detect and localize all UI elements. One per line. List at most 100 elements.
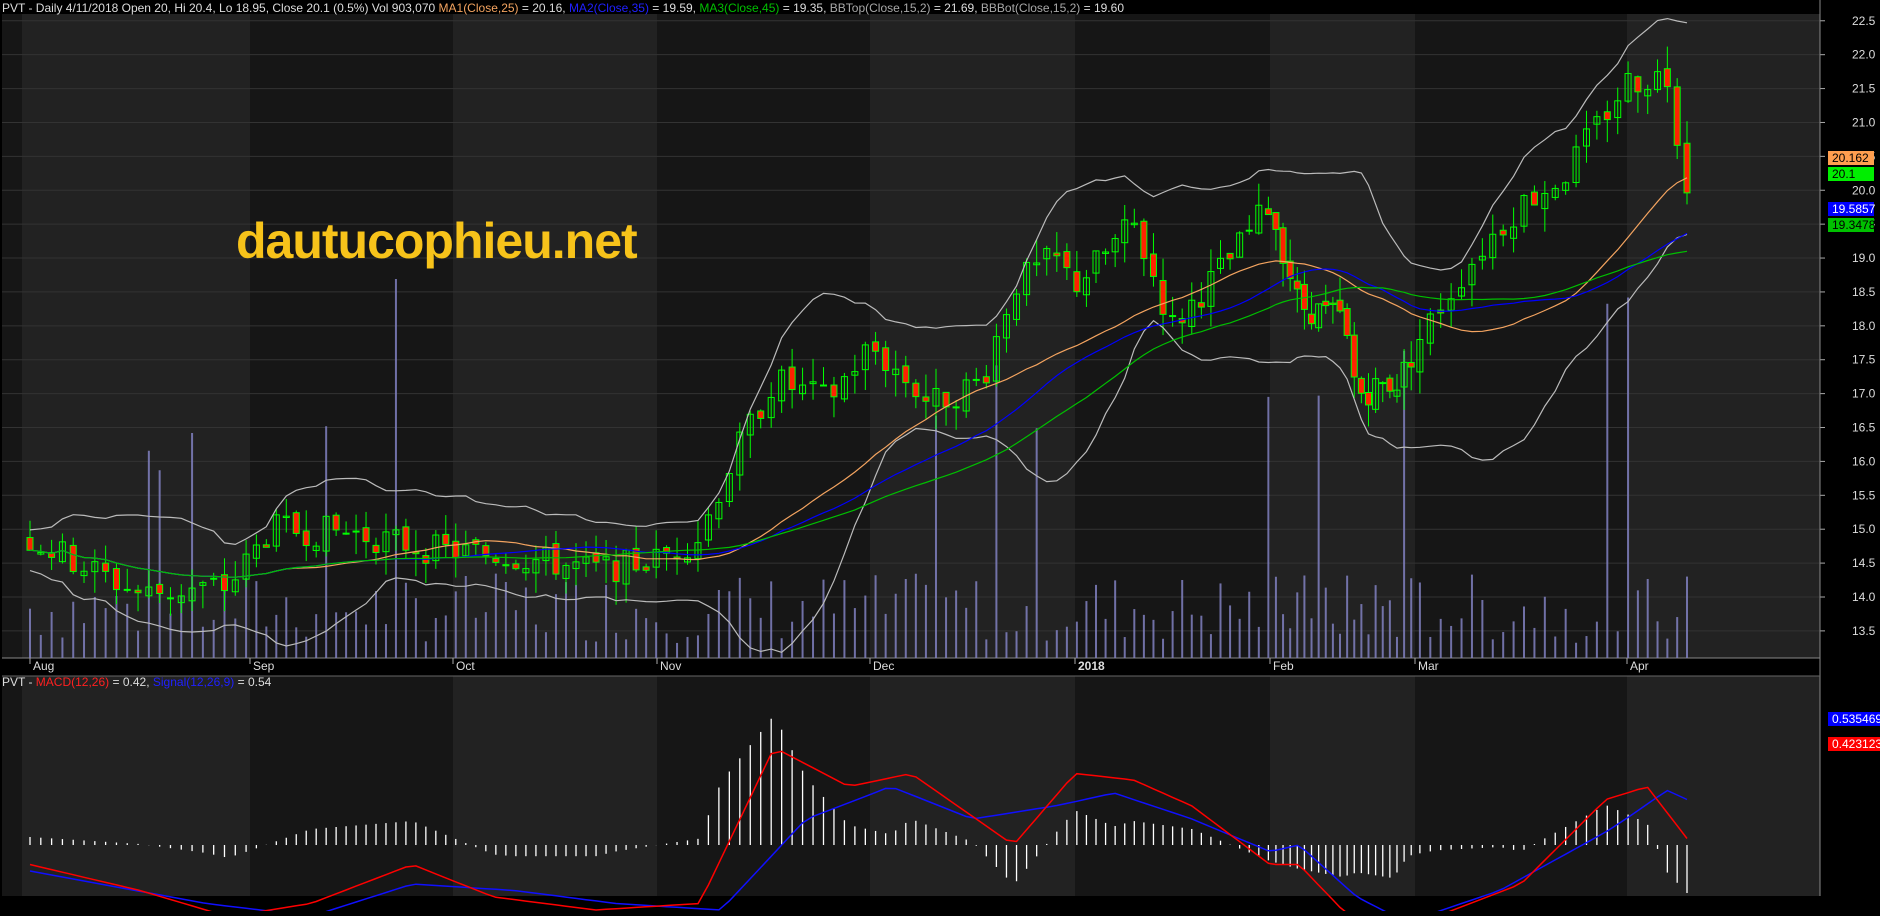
- candle-body: [942, 391, 950, 408]
- x-tick-label: Nov: [660, 659, 681, 673]
- bbtop-label: BBTop(Close,15,2): [829, 1, 931, 15]
- month-band: [22, 676, 250, 896]
- candle-body: [134, 589, 142, 594]
- candle-body: [1169, 315, 1177, 318]
- candle-body: [362, 527, 370, 543]
- header-title: PVT - Daily 4/11/2018 Open 20, Hi 20.4, …: [2, 1, 436, 15]
- candle-body: [512, 563, 520, 570]
- month-band: [1627, 676, 1820, 896]
- stock-chart: 13.5 14.0 14.5 15.0 15.5 16.0 16.5 17.0 17.5 18.0…: [0, 0, 1880, 916]
- candle-body: [402, 526, 410, 551]
- candle-body: [872, 341, 880, 352]
- candle-body: [982, 376, 990, 384]
- candle-body: [902, 365, 910, 384]
- price-tag-close-label: 20.1: [1832, 167, 1856, 181]
- signal-label: Signal(12,26,9): [152, 675, 235, 689]
- x-tick-label: Sep: [253, 659, 275, 673]
- macd-tag-label: 0.423123: [1832, 737, 1880, 751]
- candle-body: [1407, 361, 1415, 368]
- price-pane-header: PVT - Daily 4/11/2018 Open 20, Hi 20.4, …: [2, 1, 1124, 15]
- candle-body: [1634, 76, 1642, 93]
- month-band: [1627, 14, 1820, 658]
- y-tick-label: 17.0: [1852, 387, 1876, 401]
- y-tick-label: 18.0: [1852, 319, 1876, 333]
- candle-body: [922, 396, 930, 402]
- candle-body: [819, 384, 827, 387]
- candle-body: [1140, 220, 1148, 260]
- x-tick-label: Oct: [456, 659, 475, 673]
- candle-body: [1364, 391, 1372, 406]
- y-tick-label: 15.5: [1852, 488, 1876, 502]
- candle-body: [1379, 382, 1387, 385]
- candle-body: [1226, 252, 1234, 260]
- candle-body: [612, 560, 620, 583]
- macd-prefix: PVT -: [2, 675, 36, 689]
- y-tick-label: 14.5: [1852, 556, 1876, 570]
- candle-body: [1499, 229, 1507, 236]
- candle-body: [972, 378, 980, 381]
- candle-body: [292, 512, 300, 534]
- candle-body: [156, 583, 164, 595]
- candle-body: [1386, 377, 1394, 392]
- y-tick-label: 19.0: [1852, 251, 1876, 265]
- candle-body: [492, 557, 500, 563]
- candle-body: [788, 366, 796, 391]
- candle-body: [1073, 271, 1081, 293]
- macd-value: = 0.42,: [109, 675, 150, 689]
- candle-body: [1245, 229, 1253, 232]
- y-tick-label: 17.5: [1852, 353, 1876, 367]
- candle-body: [262, 544, 270, 548]
- candle-body: [830, 384, 838, 398]
- candle-body: [502, 564, 510, 567]
- candle-body: [1343, 308, 1351, 336]
- candle-body: [1293, 280, 1301, 290]
- y-tick-label: 20.0: [1852, 183, 1876, 197]
- candle-body: [166, 597, 174, 600]
- ma2-label: MA2(Close,35): [568, 1, 649, 15]
- candle-body: [1053, 252, 1061, 257]
- candle-body: [69, 544, 77, 573]
- candle-body: [102, 562, 110, 572]
- y-tick-label: 13.5: [1852, 624, 1876, 638]
- macd-pane-header: PVT - MACD(12,26) = 0.42, Signal(12,26,9…: [2, 675, 271, 689]
- x-tick-label: 2018: [1078, 659, 1105, 673]
- candle-body: [1329, 302, 1337, 305]
- candle-body: [112, 568, 120, 591]
- candle-body: [1683, 142, 1691, 194]
- y-tick-label: 21.0: [1852, 115, 1876, 129]
- ma2-value: = 19.59,: [648, 1, 697, 15]
- candle-body: [1197, 302, 1205, 308]
- candle-body: [1336, 299, 1344, 312]
- candle-body: [1063, 251, 1071, 269]
- candle-body: [210, 577, 218, 580]
- y-tick-label: 22.5: [1852, 14, 1876, 28]
- x-tick-label: Apr: [1630, 659, 1649, 673]
- signal-value: = 0.54: [234, 675, 272, 689]
- y-tick-label: 14.0: [1852, 590, 1876, 604]
- month-band: [870, 14, 1075, 658]
- candle-body: [372, 544, 380, 554]
- candle-body: [342, 532, 350, 535]
- month-band: [1270, 14, 1415, 658]
- candle-body: [452, 540, 460, 559]
- bbtop-value: = 21.69,: [930, 1, 978, 15]
- candle-body: [302, 530, 310, 547]
- candle-body: [592, 552, 600, 563]
- ma3-label: MA3(Close,45): [699, 1, 780, 15]
- candle-body: [1530, 191, 1538, 206]
- bbbot-value: = 19.60: [1080, 1, 1124, 15]
- price-tag-ma1-label: 20.162: [1832, 151, 1869, 165]
- candle-body: [1159, 279, 1167, 315]
- price-tag-ma2-label: 19.5857: [1832, 202, 1876, 216]
- bbbot-label: BBBot(Close,15,2): [980, 1, 1081, 15]
- ma1-value: = 20.16,: [518, 1, 566, 15]
- ma3-value: = 19.35,: [779, 1, 827, 15]
- candle-body: [1663, 68, 1671, 88]
- y-tick-label: 22.0: [1852, 48, 1876, 62]
- y-tick-label: 21.5: [1852, 82, 1876, 96]
- x-tick-label: Dec: [873, 659, 894, 673]
- y-tick-label: 15.0: [1852, 522, 1876, 536]
- month-band: [1270, 676, 1415, 896]
- watermark-text: dautucophieu.net: [236, 213, 638, 269]
- candle-body: [1264, 208, 1272, 216]
